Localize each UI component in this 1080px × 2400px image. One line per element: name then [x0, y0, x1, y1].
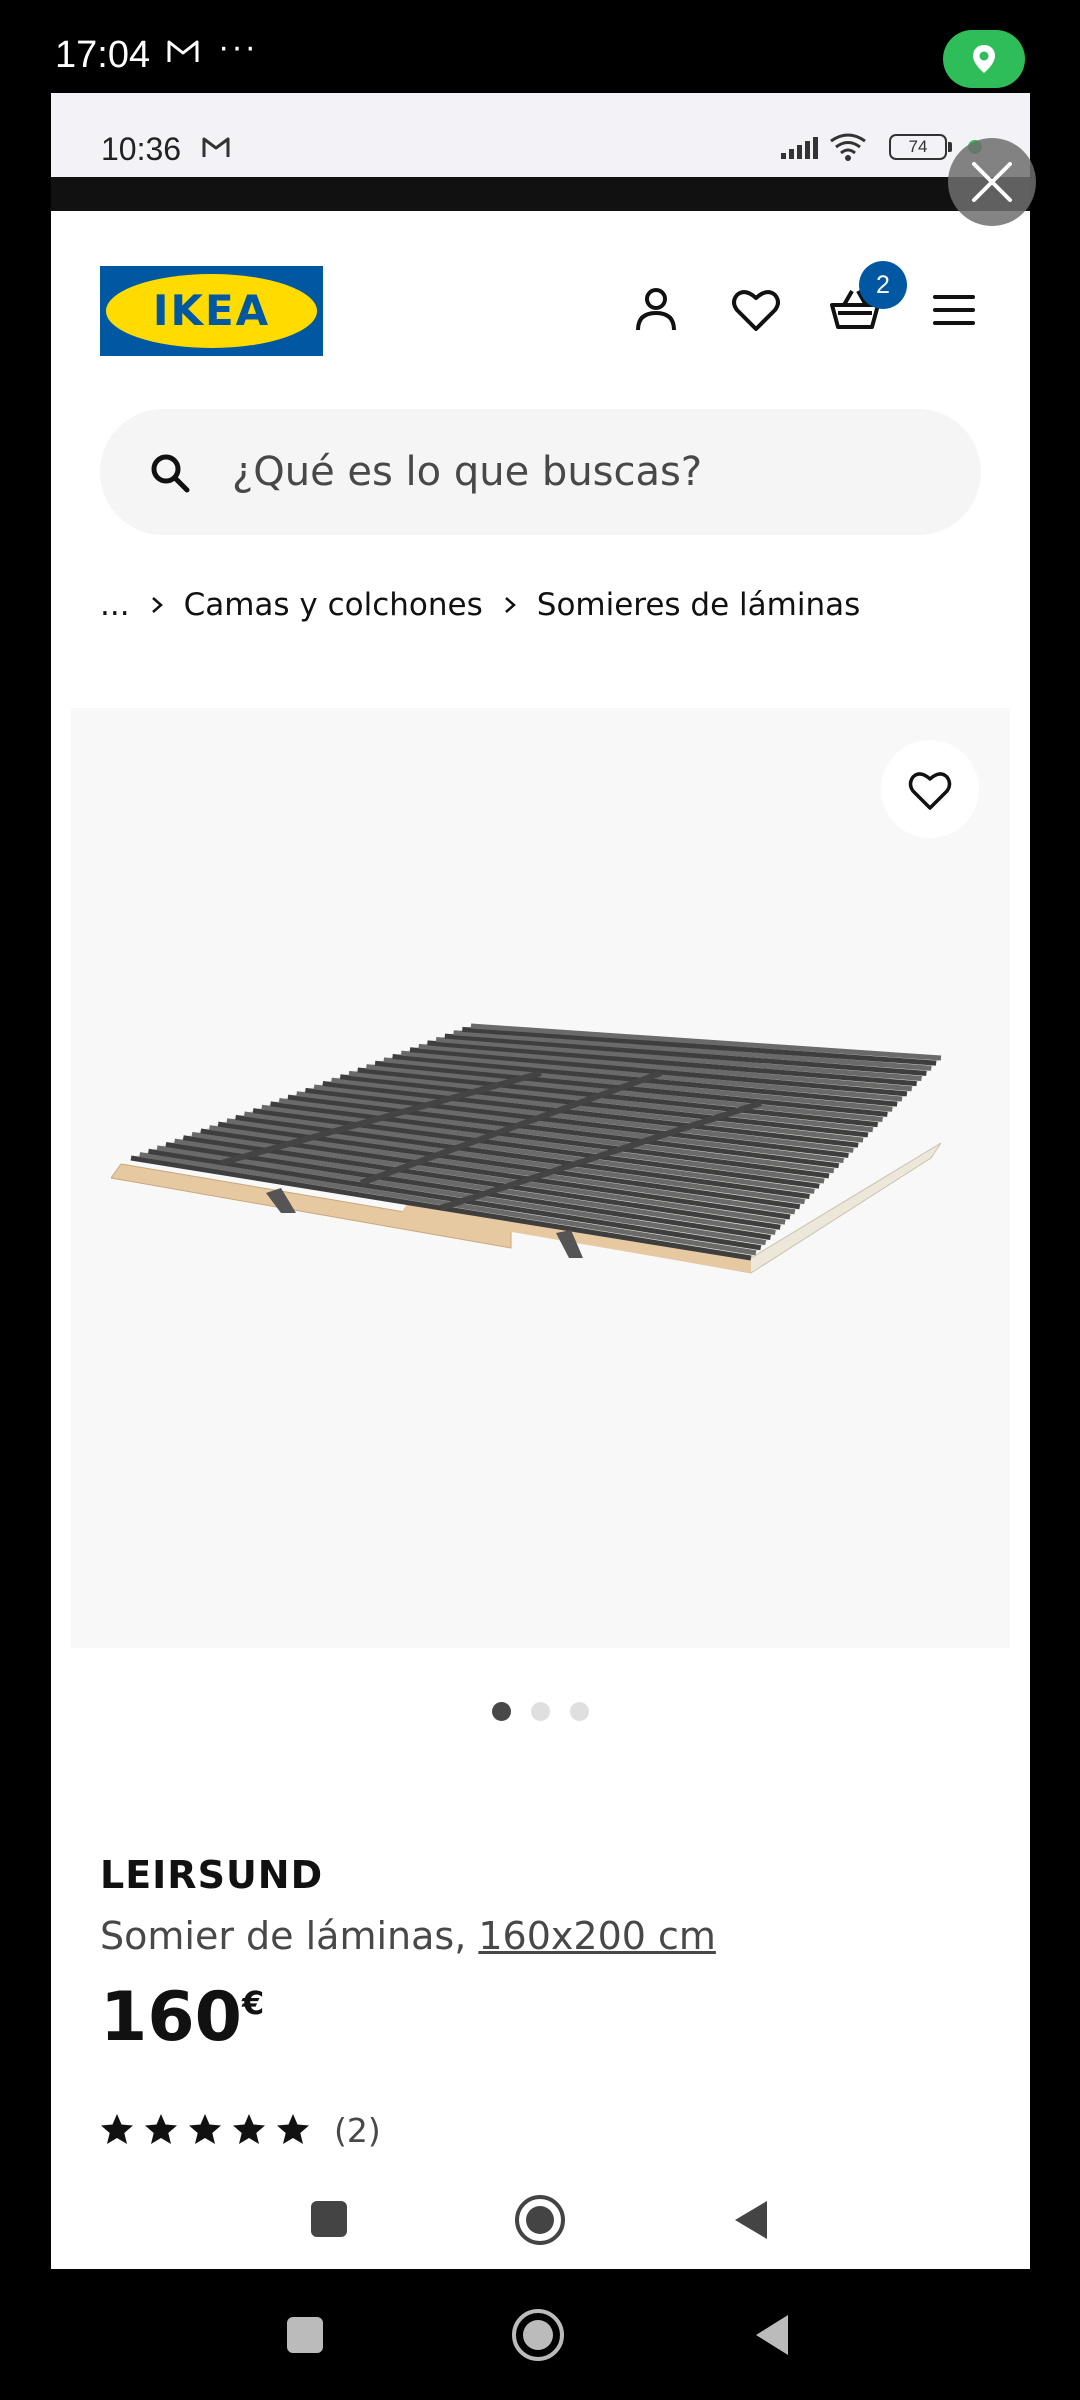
carousel-dots: [51, 1702, 1030, 1725]
home-button-icon[interactable]: [510, 2307, 566, 2367]
search-bar[interactable]: [100, 409, 981, 535]
more-notifications-icon: ···: [218, 28, 258, 66]
mirrored-screen: 10:36 74 IKEA 2 ¿Qué es lo que buscas? .…: [51, 93, 1030, 2269]
close-overlay-button[interactable]: [948, 138, 1036, 226]
carousel-dot-1[interactable]: [492, 1702, 511, 1721]
recents-button-icon[interactable]: [309, 2199, 349, 2243]
rating-count: (2): [334, 2111, 381, 2150]
product-size-link[interactable]: 160x200 cm: [478, 1914, 716, 1958]
breadcrumb-somieres-de-laminas[interactable]: Somieres de láminas: [537, 587, 861, 623]
chevron-right-icon: [150, 587, 164, 623]
breadcrumb: ... Camas y colchones Somieres de lámina…: [100, 585, 860, 625]
location-pin-icon: [973, 45, 995, 73]
star-icon: [101, 2113, 133, 2144]
star-icon: [233, 2113, 265, 2144]
inner-navigation-bar: [51, 2171, 1030, 2269]
product-type: Somier de láminas,: [100, 1914, 467, 1958]
product-rating[interactable]: (2): [100, 2111, 381, 2150]
battery-indicator: 74: [889, 134, 947, 160]
product-description: Somier de láminas, 160x200 cm: [100, 1914, 716, 1958]
outer-navigation-bar: [0, 2269, 1080, 2400]
recents-button-icon[interactable]: [285, 2315, 325, 2359]
star-icon: [189, 2113, 221, 2144]
slatted-bed-base-illustration: [111, 1023, 942, 1274]
product-price: 160€: [100, 1978, 264, 2057]
account-icon[interactable]: [629, 283, 683, 337]
breadcrumb-ellipsis[interactable]: ...: [100, 587, 130, 623]
star-icon: [277, 2113, 309, 2144]
breadcrumb-camas-y-colchones[interactable]: Camas y colchones: [184, 587, 483, 623]
back-button-icon[interactable]: [752, 2313, 792, 2361]
search-icon: [151, 454, 190, 493]
battery-tip: [948, 142, 952, 152]
gmail-icon: [201, 135, 231, 163]
product-name: LEIRSUND: [100, 1853, 324, 1897]
chevron-right-icon: [503, 587, 517, 623]
outer-status-bar: 17:04 ···: [0, 0, 1080, 92]
star-icon: [145, 2113, 177, 2144]
close-icon: [972, 162, 1012, 202]
price-amount: 160: [100, 1978, 242, 2057]
header-divider: [51, 177, 1030, 211]
inner-status-bar: 10:36 74: [51, 93, 1030, 177]
rating-stars: [100, 2113, 320, 2149]
wishlist-icon[interactable]: [729, 283, 783, 337]
gmail-icon: [166, 38, 200, 68]
cart-count-badge: 2: [859, 261, 907, 309]
add-to-wishlist-button[interactable]: [881, 740, 979, 838]
carousel-dot-2[interactable]: [531, 1702, 550, 1721]
inner-clock: 10:36: [101, 131, 182, 167]
product-image[interactable]: [71, 708, 1010, 1648]
location-indicator[interactable]: [943, 30, 1025, 88]
back-button-icon[interactable]: [731, 2199, 771, 2245]
home-button-icon[interactable]: [513, 2193, 567, 2251]
logo-text: IKEA: [152, 286, 271, 335]
price-currency: €: [241, 1984, 265, 2022]
outer-clock: 17:04: [55, 34, 151, 76]
carousel-dot-3[interactable]: [570, 1702, 589, 1721]
ikea-logo[interactable]: IKEA: [100, 266, 323, 356]
heart-icon: [908, 772, 952, 810]
signal-icon: [779, 129, 879, 161]
search-input[interactable]: [232, 439, 932, 505]
menu-icon[interactable]: [927, 283, 981, 337]
